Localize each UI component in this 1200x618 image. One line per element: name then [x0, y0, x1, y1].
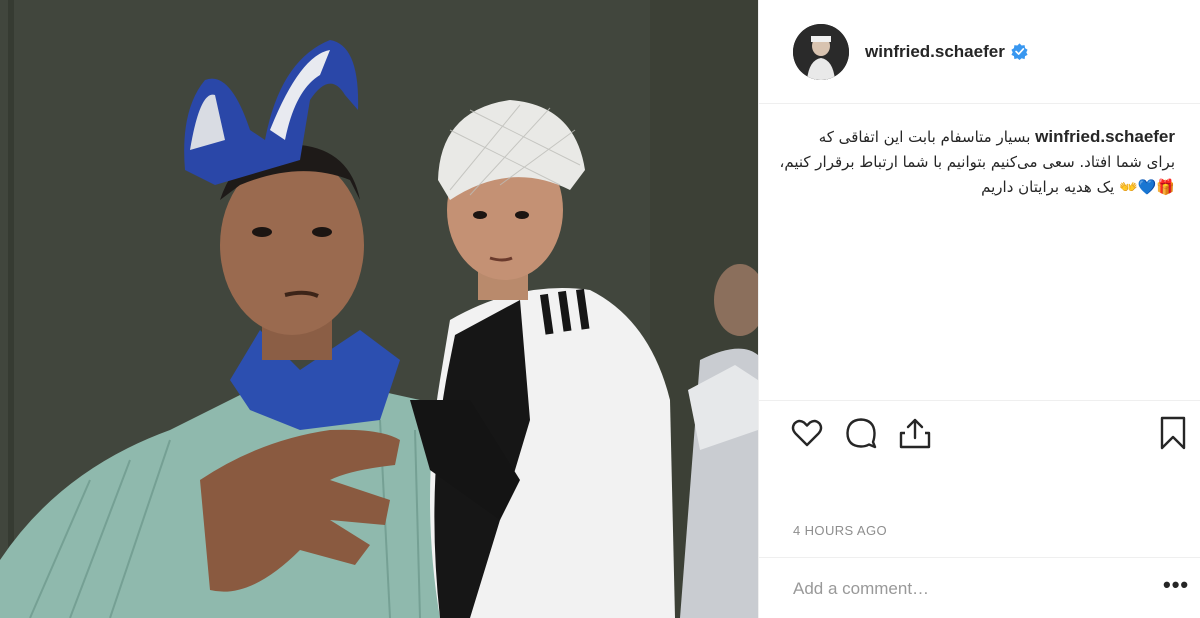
caption-line-3: 🎁💙👐 یک هدیه برایتان داریم [981, 178, 1175, 196]
post-photo[interactable] [0, 0, 758, 618]
post-caption: winfried.schaefer بسیار متاسفام بابت این… [779, 124, 1176, 200]
like-button[interactable] [789, 415, 825, 451]
action-bar [759, 400, 1200, 466]
avatar-photo [793, 23, 849, 80]
caption-text-1: بسیار متاسفام بابت این اتفاقی که [818, 128, 1031, 146]
verified-badge-icon [1011, 43, 1028, 60]
more-options-button[interactable]: ••• [1163, 574, 1189, 602]
comment-input[interactable] [793, 576, 1113, 602]
share-icon [899, 418, 931, 449]
caption-line-2: برای شما افتاد. سعی می‌کنیم بتوانیم با ش… [779, 153, 1176, 171]
instagram-post: winfried.schaefer winfried.schaefer بسیا… [0, 0, 1200, 618]
photo-illustration [0, 0, 758, 618]
username-link[interactable]: winfried.schaefer [865, 42, 1005, 62]
comment-bubble-icon [846, 418, 877, 449]
save-button[interactable] [1155, 415, 1191, 451]
comment-box: ••• [759, 557, 1200, 618]
share-button[interactable] [897, 415, 933, 451]
post-sidebar: winfried.schaefer winfried.schaefer بسیا… [758, 0, 1200, 618]
comment-button[interactable] [843, 415, 879, 451]
caption-username[interactable]: winfried.schaefer [1035, 127, 1175, 146]
caption-line-1: winfried.schaefer بسیار متاسفام بابت این… [793, 124, 1175, 150]
bookmark-icon [1160, 416, 1186, 450]
post-timestamp[interactable]: 4 HOURS AGO [793, 523, 887, 538]
post-header: winfried.schaefer [759, 0, 1200, 104]
heart-icon [791, 419, 823, 447]
avatar[interactable] [793, 23, 849, 80]
